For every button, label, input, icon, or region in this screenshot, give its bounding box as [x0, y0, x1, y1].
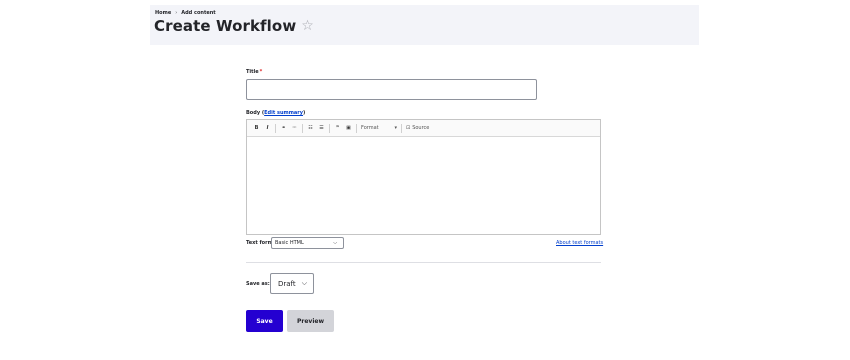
- breadcrumb-add-content[interactable]: Add content: [181, 10, 215, 16]
- star-icon[interactable]: ☆: [301, 19, 314, 33]
- unlink-icon[interactable]: ⚮: [291, 124, 298, 133]
- chevron-down-icon: ⌵: [333, 240, 337, 246]
- text-format-select[interactable]: Basic HTML ⌵: [271, 237, 344, 249]
- toolbar-divider: [302, 123, 303, 133]
- breadcrumb-home[interactable]: Home: [155, 10, 171, 16]
- source-button-label: Source: [412, 125, 430, 131]
- editor-content-area[interactable]: [247, 137, 600, 235]
- about-text-formats-link[interactable]: About text formats: [556, 240, 603, 246]
- image-icon[interactable]: ▣: [345, 124, 352, 133]
- edit-summary-link[interactable]: Edit summary: [264, 110, 303, 116]
- body-editor: B I ⚭ ⚮ ☷ ☰ ❞ ▣ Format ▾ ⊡ Source: [246, 119, 601, 235]
- preview-button[interactable]: Preview: [287, 310, 334, 332]
- save-as-label: Save as:: [246, 281, 270, 287]
- toolbar-divider: [401, 123, 402, 133]
- required-marker: *: [259, 69, 263, 75]
- source-icon: ⊡: [406, 125, 411, 131]
- link-icon[interactable]: ⚭: [280, 124, 287, 133]
- editor-toolbar: B I ⚭ ⚮ ☷ ☰ ❞ ▣ Format ▾ ⊡ Source: [247, 120, 600, 137]
- source-button[interactable]: ⊡ Source: [406, 125, 429, 131]
- bold-button[interactable]: B: [253, 124, 260, 133]
- moderation-state-select[interactable]: Draft ⌵: [270, 273, 314, 294]
- page-title-text: Create Workflow: [154, 17, 297, 35]
- body-label: Body (Edit summary): [246, 110, 305, 116]
- save-button[interactable]: Save: [246, 310, 283, 332]
- breadcrumb-separator: ›: [175, 10, 178, 16]
- body-label-prefix: Body (: [246, 110, 265, 116]
- format-dropdown-label: Format: [361, 125, 379, 131]
- page-header: Home › Add content Create Workflow ☆: [150, 5, 699, 45]
- toolbar-divider: [329, 123, 330, 133]
- breadcrumb: Home › Add content: [155, 10, 216, 16]
- blockquote-icon[interactable]: ❞: [334, 124, 341, 133]
- format-dropdown[interactable]: Format ▾: [361, 125, 397, 131]
- title-label: Title*: [246, 69, 262, 75]
- bulleted-list-icon[interactable]: ☷: [307, 124, 314, 133]
- title-input[interactable]: [246, 79, 537, 100]
- form-divider: [246, 262, 601, 263]
- toolbar-divider: [275, 123, 276, 133]
- italic-button[interactable]: I: [264, 124, 271, 133]
- moderation-state-value: Draft: [278, 279, 296, 288]
- numbered-list-icon[interactable]: ☰: [318, 124, 325, 133]
- toolbar-divider: [356, 123, 357, 133]
- page-title: Create Workflow ☆: [154, 17, 314, 35]
- chevron-down-icon: ⌵: [301, 279, 307, 287]
- body-label-suffix: ): [303, 110, 306, 116]
- title-label-text: Title: [246, 69, 259, 75]
- chevron-down-icon: ▾: [394, 125, 397, 131]
- text-format-value: Basic HTML: [275, 240, 304, 246]
